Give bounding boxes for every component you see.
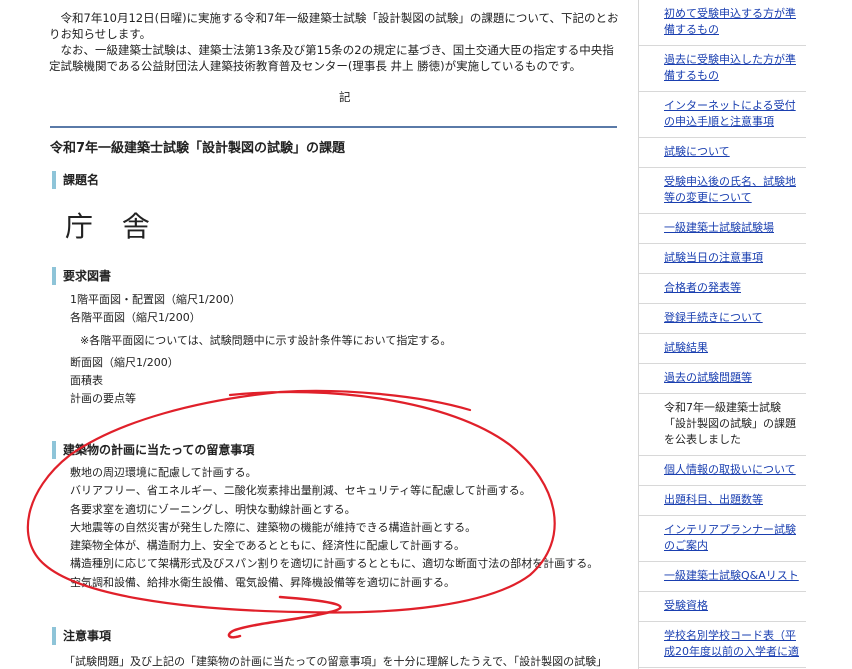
sidebar-item[interactable]: 学校名別学校コード表（平成20年度以前の入学者に適 xyxy=(639,622,807,668)
point-item: 敷地の周辺環境に配慮して計画する。 xyxy=(70,466,257,479)
main-content: 令和7年10月12日(日曜)に実施する令和7年一級建築士試験「設計製図の試験」の… xyxy=(0,0,640,669)
notice-text: 「試験問題」及び上記の「建築物の計画に当たっての留意事項」を十分に理解したうえで… xyxy=(64,655,608,668)
section-title: 令和7年一級建築士試験「設計製図の試験」の課題 xyxy=(50,126,617,156)
point-item: バリアフリー、省エネルギー、二酸化炭素排出量削減、セキュリティ等に配慮して計画す… xyxy=(70,484,531,498)
intro-text: 令和7年10月12日(日曜)に実施する令和7年一級建築士試験「設計製図の試験」の… xyxy=(49,10,621,74)
subject-heading: 課題名 xyxy=(52,171,99,189)
sidebar-item[interactable]: 出題科目、出題数等 xyxy=(639,486,807,516)
sidebar-item[interactable]: 初めて受験申込する方が準備するもの xyxy=(639,0,807,46)
intro-paragraph-1: 令和7年10月12日(日曜)に実施する令和7年一級建築士試験「設計製図の試験」の… xyxy=(49,11,619,41)
sidebar-item[interactable]: 試験について xyxy=(639,138,807,168)
sidebar-item[interactable]: 受験申込後の氏名、試験地等の変更について xyxy=(639,168,807,214)
sidebar-link[interactable]: 試験当日の注意事項 xyxy=(664,251,763,264)
sidebar-item[interactable]: 一級建築士試験Q&Aリスト xyxy=(639,562,807,592)
point-item: 空気調和設備、給排水衛生設備、電気設備、昇降機設備等を適切に計画する。 xyxy=(70,575,455,589)
sidebar-link[interactable]: 過去に受験申込した方が準備するもの xyxy=(664,53,796,82)
sidebar-current-label: 令和7年一級建築士試験「設計製図の試験」の課題を公表しました xyxy=(664,401,796,446)
drawing-item: 各階平面図（縮尺1/200） xyxy=(70,311,201,325)
drawing-item: 面積表 xyxy=(70,374,103,388)
ki-mark: 記 xyxy=(339,90,351,104)
sidebar-item[interactable]: 過去に受験申込した方が準備するもの xyxy=(639,46,807,92)
intro-paragraph-2: なお、一級建築士試験は、建築士法第13条及び第15条の2の規定に基づき、国土交通… xyxy=(49,43,614,73)
sidebar-link[interactable]: インテリアプランナー試験のご案内 xyxy=(664,523,796,552)
drawing-item: 計画の要点等 xyxy=(70,392,136,406)
sidebar-item[interactable]: 登録手続きについて xyxy=(639,304,807,334)
drawing-note: ※各階平面図については、試験問題中に示す設計条件等において指定する。 xyxy=(80,333,452,347)
sidebar-item-current: 令和7年一級建築士試験「設計製図の試験」の課題を公表しました xyxy=(639,394,807,456)
sidebar-link[interactable]: 試験結果 xyxy=(664,341,708,354)
sidebar-item[interactable]: 試験当日の注意事項 xyxy=(639,244,807,274)
sidebar-item[interactable]: 一級建築士試験試験場 xyxy=(639,214,807,244)
sidebar-link[interactable]: 一級建築士試験Q&Aリスト xyxy=(664,569,799,582)
points-list: 敷地の周辺環境に配慮して計画する。 バリアフリー、省エネルギー、二酸化炭素排出量… xyxy=(70,464,598,592)
sidebar-link[interactable]: 過去の試験問題等 xyxy=(664,371,752,384)
sidebar-nav: 初めて受験申込する方が準備するもの 過去に受験申込した方が準備するもの インター… xyxy=(638,0,807,669)
drawings-heading: 要求図書 xyxy=(52,267,111,285)
sidebar-link[interactable]: 個人情報の取扱いについて xyxy=(664,463,796,476)
drawings-list: 1階平面図・配置図（縮尺1/200） 各階平面図（縮尺1/200） ※各階平面図… xyxy=(70,291,451,409)
point-item: 大地震等の自然災害が発生した際に、建築物の機能が維持できる構造計画とする。 xyxy=(70,520,477,534)
sidebar-item[interactable]: 受験資格 xyxy=(639,592,807,622)
sidebar-link[interactable]: 試験について xyxy=(664,145,730,158)
subject-name: 庁 舎 xyxy=(65,210,160,243)
sidebar-item[interactable]: インターネットによる受付の申込手順と注意事項 xyxy=(639,92,807,138)
sidebar-link[interactable]: 一級建築士試験試験場 xyxy=(664,221,774,234)
drawing-item: 1階平面図・配置図（縮尺1/200） xyxy=(70,293,241,306)
sidebar-link[interactable]: 学校名別学校コード表（平成20年度以前の入学者に適 xyxy=(664,629,799,658)
point-item: 建築物全体が、構造耐力上、安全であるとともに、経済性に配慮して計画する。 xyxy=(70,539,466,553)
notice-heading: 注意事項 xyxy=(52,627,111,645)
sidebar-item[interactable]: 試験結果 xyxy=(639,334,807,364)
points-heading: 建築物の計画に当たっての留意事項 xyxy=(52,441,254,459)
sidebar-link[interactable]: 登録手続きについて xyxy=(664,311,763,324)
sidebar-link[interactable]: 合格者の発表等 xyxy=(664,281,741,294)
sidebar-link[interactable]: 受験申込後の氏名、試験地等の変更について xyxy=(664,175,796,204)
right-margin xyxy=(806,0,852,669)
sidebar-link[interactable]: 初めて受験申込する方が準備するもの xyxy=(664,7,796,36)
sidebar-link[interactable]: 受験資格 xyxy=(664,599,708,612)
drawing-item: 断面図（縮尺1/200） xyxy=(70,355,179,369)
sidebar-item[interactable]: 過去の試験問題等 xyxy=(639,364,807,394)
sidebar-item[interactable]: 個人情報の取扱いについて xyxy=(639,456,807,486)
sidebar-item[interactable]: インテリアプランナー試験のご案内 xyxy=(639,516,807,562)
sidebar-item[interactable]: 合格者の発表等 xyxy=(639,274,807,304)
sidebar-link[interactable]: インターネットによる受付の申込手順と注意事項 xyxy=(664,99,796,128)
point-item: 各要求室を適切にゾーニングし、明快な動線計画とする。 xyxy=(70,502,356,516)
sidebar-link[interactable]: 出題科目、出題数等 xyxy=(664,493,763,506)
point-item: 構造種別に応じて架構形式及びスパン割りを適切に計画するとともに、適切な断面寸法の… xyxy=(70,557,599,571)
